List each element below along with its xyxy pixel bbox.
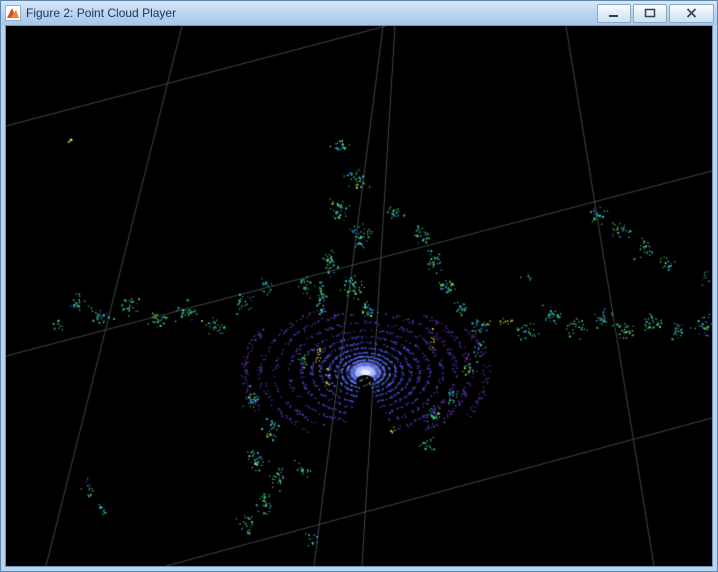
close-button[interactable] (669, 3, 714, 23)
titlebar[interactable]: Figure 2: Point Cloud Player (1, 1, 717, 25)
matlab-figure-icon (5, 5, 21, 21)
point-cloud-viewport (5, 25, 713, 567)
close-icon (686, 8, 697, 18)
figure-window: Figure 2: Point Cloud Player (0, 0, 718, 572)
minimize-button[interactable] (597, 3, 631, 23)
maximize-icon (644, 8, 656, 18)
maximize-button[interactable] (633, 3, 667, 23)
window-controls (597, 3, 714, 23)
window-title: Figure 2: Point Cloud Player (26, 6, 177, 20)
minimize-icon (609, 15, 618, 17)
point-cloud-canvas[interactable] (6, 26, 712, 566)
